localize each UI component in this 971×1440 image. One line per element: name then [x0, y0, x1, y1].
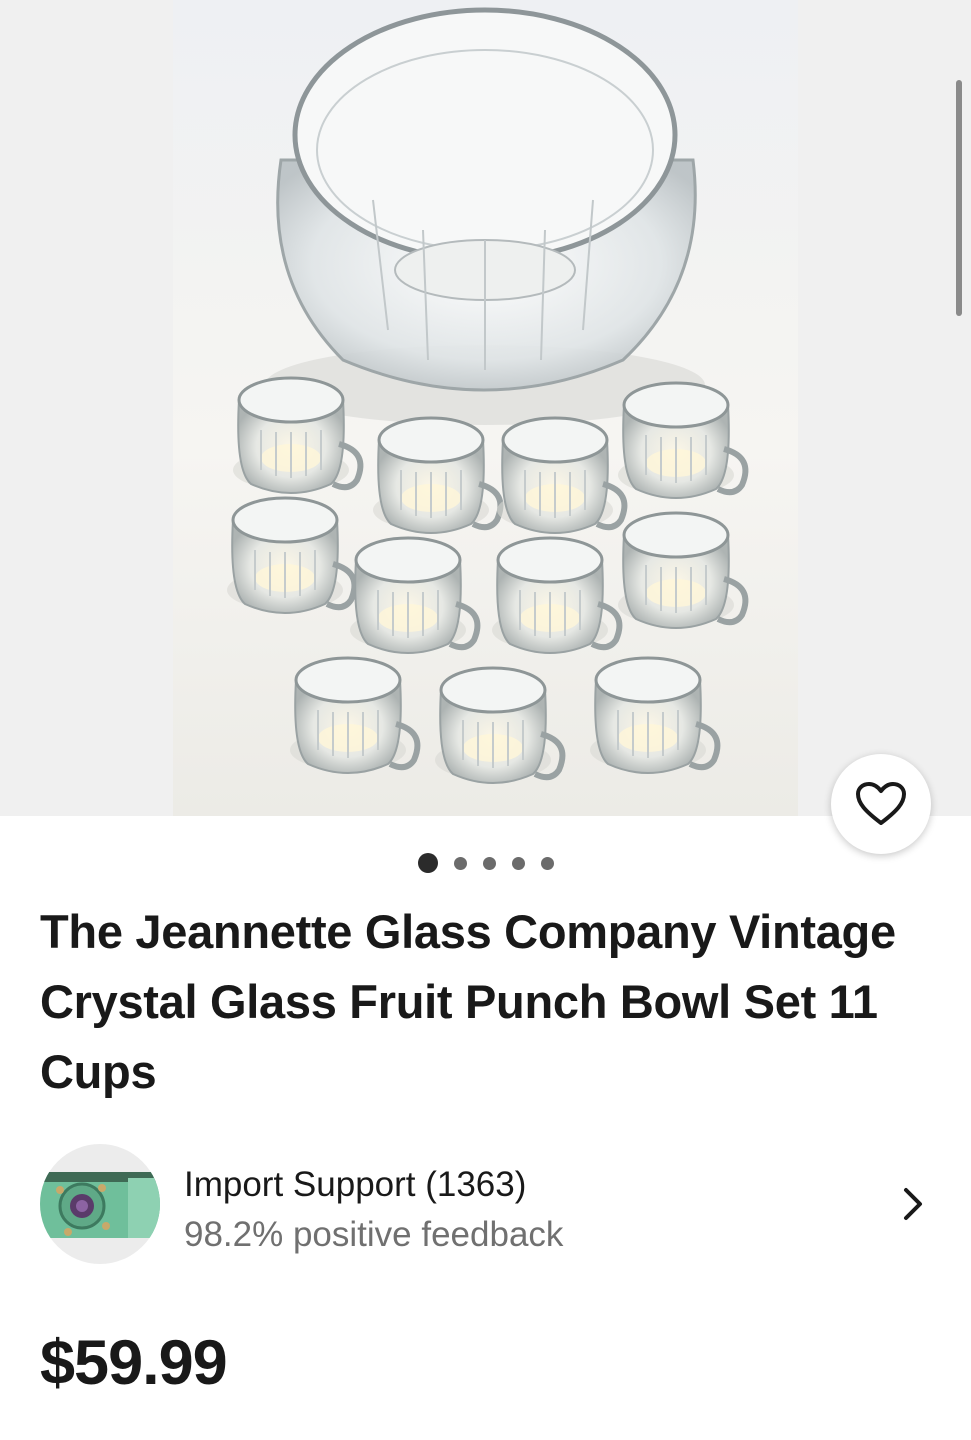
listing-title: The Jeannette Glass Company Vintage Crys…: [40, 905, 896, 1098]
seller-feedback: 98.2% positive feedback: [184, 1215, 564, 1254]
pagination-dot[interactable]: [482, 856, 496, 870]
listing-page: The Jeannette Glass Company Vintage Crys…: [0, 0, 971, 1440]
seller-name: Import Support (1363): [184, 1165, 527, 1204]
image-gallery[interactable]: [0, 0, 971, 854]
pagination-dot[interactable]: [453, 856, 467, 870]
seller-row[interactable]: Import Support (1363) 98.2% positive fee…: [40, 1144, 940, 1264]
heart-outline-icon: [856, 782, 906, 825]
pagination-dot-active[interactable]: [417, 853, 438, 873]
pagination-dot[interactable]: [511, 856, 525, 870]
listing-price: $59.99: [40, 1328, 228, 1398]
seller-avatar-image: [40, 1172, 160, 1238]
favorite-button[interactable]: [831, 754, 931, 854]
gallery-pagination: [0, 852, 971, 874]
punch-bowl-illustration: [173, 7, 798, 816]
gallery-scrollbar[interactable]: [956, 80, 962, 316]
chevron-right-icon[interactable]: [898, 1184, 928, 1224]
pagination-dot[interactable]: [540, 856, 554, 870]
product-photo[interactable]: [173, 0, 798, 816]
seller-avatar: [40, 1144, 160, 1264]
